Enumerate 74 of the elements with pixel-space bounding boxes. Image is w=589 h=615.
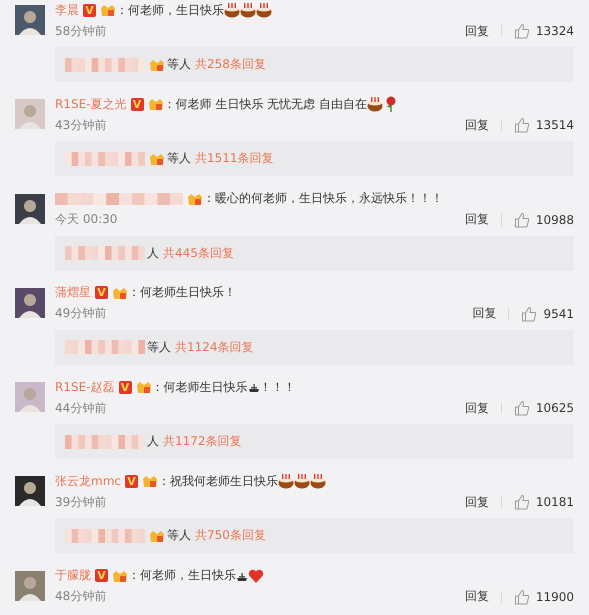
reply-preview[interactable]: 等人 共1124条回复 xyxy=(55,330,574,365)
verified-badge: V xyxy=(95,286,108,300)
like-count: 11900 xyxy=(536,590,574,604)
timestamp: 49分钟前 xyxy=(55,305,106,322)
like-count: 13324 xyxy=(536,24,574,38)
reply-users-text: 人 xyxy=(147,433,159,450)
timestamp: 48分钟前 xyxy=(55,588,106,606)
crown-icon xyxy=(148,97,164,112)
like-count: 9541 xyxy=(543,306,574,321)
reply-users-text: 等人 xyxy=(147,338,171,356)
like-icon[interactable] xyxy=(514,117,530,134)
comment-text: ：何老师，生日快乐 xyxy=(116,2,224,18)
reply-link[interactable]: 回复 xyxy=(464,211,489,228)
reply-preview[interactable]: 等人 共750条回复 xyxy=(55,518,574,554)
timestamp: 44分钟前 xyxy=(55,400,106,417)
avatar-icon[interactable] xyxy=(15,476,45,506)
like-icon[interactable] xyxy=(514,23,530,39)
like-icon[interactable] xyxy=(514,212,530,228)
timestamp: 58分钟前 xyxy=(55,22,106,40)
avatar-icon[interactable] xyxy=(15,194,45,224)
verified-badge: V xyxy=(124,474,138,488)
reply-link[interactable]: 回复 xyxy=(472,305,496,322)
reply-preview[interactable]: 人 共445条回复 xyxy=(55,236,574,271)
ship-icon xyxy=(248,381,260,394)
like-count: 10988 xyxy=(536,212,574,227)
comment-text: ！！！ xyxy=(260,378,296,396)
comment-text: ：何老师 生日快乐 无忧无虑 自由自在 xyxy=(164,96,367,113)
like-count: 10181 xyxy=(536,495,574,510)
cake-icon xyxy=(278,473,294,490)
avatar-icon[interactable] xyxy=(15,5,45,35)
reply-link[interactable]: 回复 xyxy=(464,400,489,417)
comment-text: ：何老师，生日快乐 xyxy=(128,567,236,584)
reply-preview[interactable]: 等人 共1511条回复 xyxy=(55,141,574,176)
verified-badge: V xyxy=(95,569,108,582)
crown-icon xyxy=(136,380,152,394)
reply-users-text: 人 xyxy=(147,244,159,262)
like-icon[interactable] xyxy=(514,588,530,605)
like-count: 10625 xyxy=(536,401,574,416)
avatar-icon[interactable] xyxy=(15,288,45,318)
comment-text: ：何老师生日快乐！ xyxy=(128,284,236,302)
crown-icon xyxy=(112,568,128,583)
reply-users-text: 等人 xyxy=(167,150,191,168)
cake-icon xyxy=(224,2,240,18)
verified-badge: V xyxy=(118,380,132,394)
reply-link[interactable]: 回复 xyxy=(464,494,489,511)
comment-text: ：祝我何老师生日快乐 xyxy=(158,472,278,490)
comment-text: ：何老师生日快乐 xyxy=(152,378,248,396)
reply-preview[interactable]: 等人 共258条回复 xyxy=(55,47,574,82)
cake-icon xyxy=(294,473,310,490)
cake-icon xyxy=(366,96,383,112)
timestamp: 今天 00:30 xyxy=(55,211,118,228)
timestamp: 43分钟前 xyxy=(55,116,106,134)
cake-icon xyxy=(240,2,256,18)
reply-users-text: 等人 xyxy=(167,527,191,544)
like-count: 13514 xyxy=(536,118,574,132)
reply-link[interactable]: 回复 xyxy=(464,116,489,134)
timestamp: 39分钟前 xyxy=(55,494,106,511)
reply-link[interactable]: 回复 xyxy=(464,588,489,606)
verified-badge: V xyxy=(130,98,144,111)
crown-icon xyxy=(100,3,116,17)
comment-text: ：暖心的何老师，生日快乐，永远快乐！！！ xyxy=(203,190,443,208)
cake-icon xyxy=(310,473,326,490)
crown-icon xyxy=(112,286,128,300)
reply-preview[interactable]: 人 共1172条回复 xyxy=(55,424,574,460)
reply-link[interactable]: 回复 xyxy=(464,22,489,40)
crown-icon xyxy=(142,474,158,488)
heart-icon xyxy=(248,568,264,584)
like-icon[interactable] xyxy=(514,400,530,416)
reply-users-text: 等人 xyxy=(167,56,191,73)
like-icon[interactable] xyxy=(521,306,538,322)
crown-icon xyxy=(187,192,203,206)
like-icon[interactable] xyxy=(514,494,530,510)
verified-badge: V xyxy=(83,4,96,16)
cake-icon xyxy=(256,2,272,18)
